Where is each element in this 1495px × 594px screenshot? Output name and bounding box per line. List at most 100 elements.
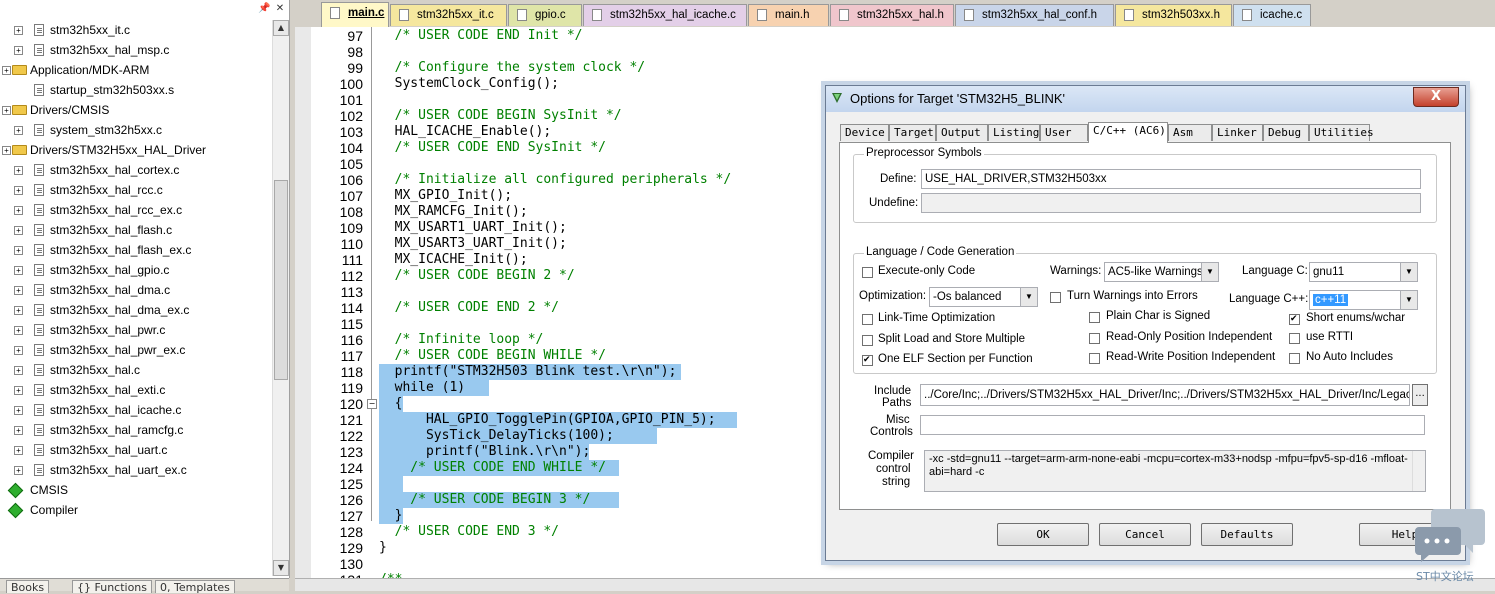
compiler-scrollbar[interactable] [1412,451,1425,491]
code-line[interactable]: /* USER CODE BEGIN 3 */ [379,492,619,508]
one-elf-checkbox[interactable] [862,355,873,366]
expand-icon[interactable]: + [14,326,23,335]
optimization-select[interactable]: -Os balanced ▼ [929,287,1038,307]
include-paths-browse-button[interactable]: ... [1412,384,1428,406]
code-line[interactable]: printf("STM32H503 Blink test.\r\n"); [379,364,681,380]
split-load-checkbox[interactable] [862,335,873,346]
code-line[interactable]: { [379,396,403,412]
expand-icon[interactable]: + [2,106,11,115]
code-line[interactable]: } [379,540,387,556]
code-line[interactable]: /* USER CODE BEGIN WHILE */ [379,348,606,364]
code-line[interactable]: /* USER CODE END SysInit */ [379,140,606,156]
tab-books[interactable]: Books [6,580,50,594]
ok-button[interactable]: OK [997,523,1089,546]
dialog-titlebar[interactable]: Options for Target 'STM32H5_BLINK' X [826,86,1465,112]
dialog-tab-listing[interactable]: Listing [988,124,1040,141]
dialog-tab-target[interactable]: Target [889,124,936,141]
code-line[interactable] [379,476,403,492]
expand-icon[interactable]: + [2,66,11,75]
code-line[interactable]: /* USER CODE BEGIN SysInit */ [379,108,622,124]
expand-icon[interactable]: + [14,386,23,395]
chevron-down-icon[interactable]: ▼ [1400,263,1417,281]
tab-main-h[interactable]: main.h [748,4,829,26]
code-line[interactable]: while (1) [379,380,489,396]
turn-warnings-checkbox[interactable] [1050,292,1061,303]
use-rtti-checkbox[interactable] [1289,333,1300,344]
cancel-button[interactable]: Cancel [1099,523,1191,546]
defaults-button[interactable]: Defaults [1201,523,1293,546]
code-line[interactable]: printf("Blink.\r\n"); [379,444,590,460]
expand-icon[interactable]: + [14,466,23,475]
pin-icon[interactable]: 📌 [258,3,270,15]
chevron-down-icon[interactable]: ▼ [1201,263,1218,281]
code-line[interactable]: /* USER CODE BEGIN 2 */ [379,268,575,284]
expand-icon[interactable]: + [14,226,23,235]
dialog-tab-utilities[interactable]: Utilities [1309,124,1374,141]
expand-icon[interactable]: + [14,346,23,355]
language-cpp-select[interactable]: c++11 ▼ [1309,290,1418,310]
tree-scrollbar[interactable]: ▲ ▼ [272,20,289,576]
tab-templates[interactable]: 0, Templates [155,580,235,594]
scroll-thumb[interactable] [274,180,288,380]
code-line[interactable]: } [379,508,403,524]
read-write-pi-checkbox[interactable] [1089,353,1100,364]
expand-icon[interactable]: + [14,46,23,55]
compiler-control-string[interactable]: -xc -std=gnu11 --target=arm-arm-none-eab… [924,450,1426,492]
expand-icon[interactable]: + [14,186,23,195]
include-paths-field[interactable]: ../Core/Inc;../Drivers/STM32H5xx_HAL_Dri… [920,384,1410,406]
tab-icache-c[interactable]: icache.c [1233,4,1311,26]
short-enums-checkbox[interactable] [1289,314,1300,325]
code-line[interactable]: /* USER CODE END 3 */ [379,524,559,540]
code-line[interactable]: /* USER CODE END 2 */ [379,300,559,316]
code-line[interactable]: MX_USART3_UART_Init(); [379,236,567,252]
expand-icon[interactable]: + [14,306,23,315]
define-field[interactable]: USE_HAL_DRIVER,STM32H503xx [921,169,1421,189]
warnings-select[interactable]: AC5-like Warnings ▼ [1104,262,1219,282]
link-time-checkbox[interactable] [862,314,873,325]
dialog-close-button[interactable]: X [1413,87,1459,107]
tab-stm32h5xx-it-c[interactable]: stm32h5xx_it.c [390,4,507,26]
code-line[interactable]: /* Configure the system clock */ [379,60,645,76]
code-line[interactable]: SysTick_DelayTicks(100); [379,428,657,444]
code-line[interactable]: MX_USART1_UART_Init(); [379,220,567,236]
code-line[interactable]: /* Infinite loop */ [379,332,544,348]
expand-icon[interactable]: + [14,266,23,275]
tab-stm32h5xx-hal-conf-h[interactable]: stm32h5xx_hal_conf.h [955,4,1114,26]
dialog-tab-asm[interactable]: Asm [1168,124,1212,141]
fold-toggle-icon[interactable]: − [367,399,377,409]
expand-icon[interactable]: + [14,246,23,255]
plain-char-checkbox[interactable] [1089,312,1100,323]
code-line[interactable]: MX_ICACHE_Init(); [379,252,528,268]
code-line[interactable]: MX_GPIO_Init(); [379,188,512,204]
code-line[interactable]: /* USER CODE END WHILE */ [379,460,619,476]
code-line[interactable]: HAL_ICACHE_Enable(); [379,124,552,140]
expand-icon[interactable]: + [14,446,23,455]
dialog-tab-user[interactable]: User [1040,124,1088,141]
tab-main-c[interactable]: main.c [321,2,389,27]
tab-stm32h5xx-hal-icache-c[interactable]: stm32h5xx_hal_icache.c [583,4,747,26]
expand-icon[interactable]: + [14,406,23,415]
scroll-up-icon[interactable]: ▲ [273,20,289,36]
undefine-field[interactable] [921,193,1421,213]
tab-stm32h503xx-h[interactable]: stm32h503xx.h [1115,4,1232,26]
code-line[interactable]: SystemClock_Config(); [379,76,559,92]
language-c-select[interactable]: gnu11 ▼ [1309,262,1418,282]
dialog-tab-debug[interactable]: Debug [1263,124,1309,141]
chevron-down-icon[interactable]: ▼ [1020,288,1037,306]
expand-icon[interactable]: + [14,366,23,375]
expand-icon[interactable]: + [14,286,23,295]
expand-icon[interactable]: + [14,426,23,435]
tab-stm32h5xx-hal-h[interactable]: stm32h5xx_hal.h [830,4,954,26]
expand-icon[interactable]: + [14,206,23,215]
expand-icon[interactable]: + [2,146,11,155]
expand-icon[interactable]: + [14,166,23,175]
dialog-tab-c-c-ac6-[interactable]: C/C++ (AC6) [1088,122,1168,143]
code-line[interactable]: /* Initialize all configured peripherals… [379,172,732,188]
tab-gpio-c[interactable]: gpio.c [508,4,582,26]
code-line[interactable]: /* USER CODE END Init */ [379,28,583,44]
chevron-down-icon[interactable]: ▼ [1400,291,1417,309]
dialog-tab-linker[interactable]: Linker [1212,124,1263,141]
misc-controls-field[interactable] [920,415,1425,435]
execute-only-checkbox[interactable] [862,267,873,278]
scroll-down-icon[interactable]: ▼ [273,560,289,576]
